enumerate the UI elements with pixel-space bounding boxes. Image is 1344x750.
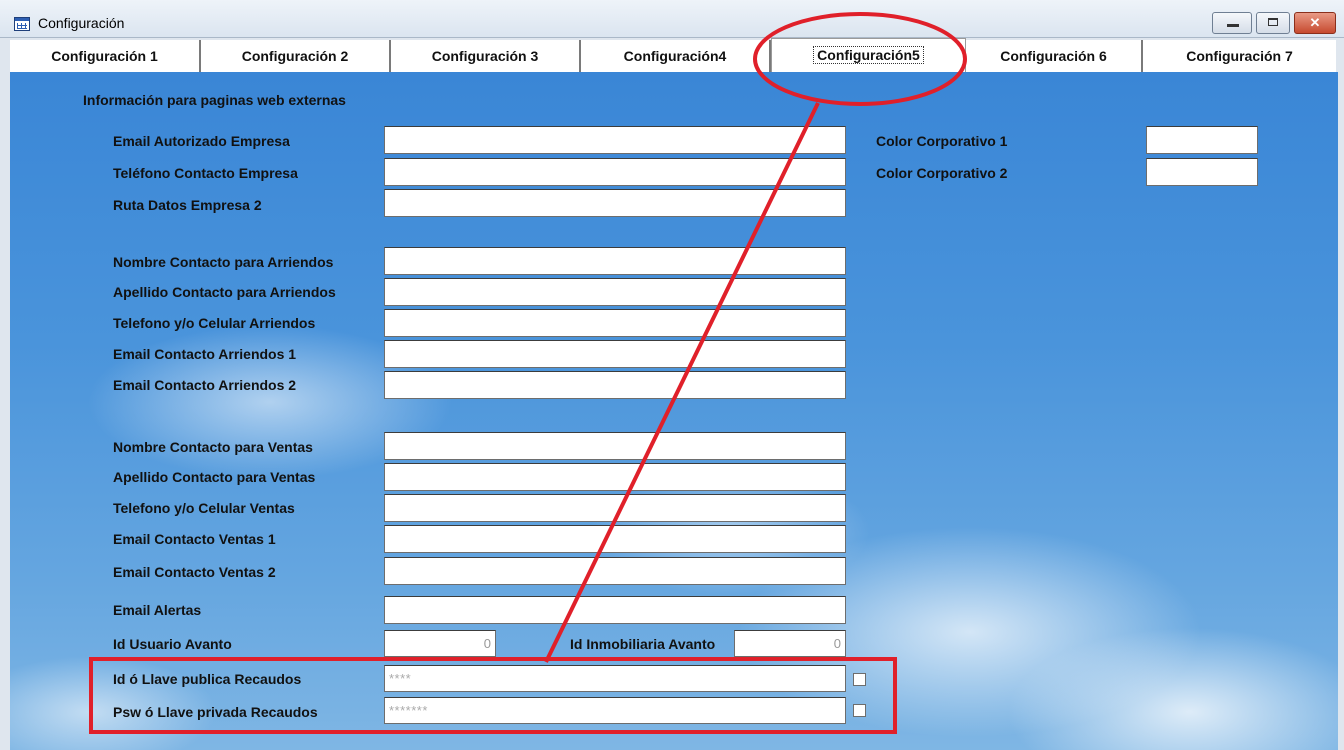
telefono-arriendos-input[interactable] bbox=[384, 309, 846, 337]
window-title: Configuración bbox=[38, 15, 125, 31]
tab-label: Configuración 7 bbox=[1186, 48, 1293, 64]
email-arriendos-1-input[interactable] bbox=[384, 340, 846, 368]
apellido-ventas-input[interactable] bbox=[384, 463, 846, 491]
id-inmobiliaria-avanto-input[interactable] bbox=[734, 630, 846, 657]
minimize-button[interactable] bbox=[1212, 12, 1252, 34]
email-autorizado-input[interactable] bbox=[384, 126, 846, 154]
telefono-ventas-label: Telefono y/o Celular Ventas bbox=[113, 500, 295, 516]
tab-strip: Configuración 1 Configuración 2 Configur… bbox=[10, 38, 1336, 72]
llave-publica-label: Id ó Llave publica Recaudos bbox=[113, 671, 302, 687]
close-button[interactable]: ✕ bbox=[1294, 12, 1336, 34]
maximize-button[interactable] bbox=[1256, 12, 1290, 34]
nombre-arriendos-label: Nombre Contacto para Arriendos bbox=[113, 254, 334, 270]
tab-label: Configuración 1 bbox=[51, 48, 158, 64]
email-ventas-2-label: Email Contacto Ventas 2 bbox=[113, 564, 276, 580]
apellido-arriendos-input[interactable] bbox=[384, 278, 846, 306]
email-alertas-input[interactable] bbox=[384, 596, 846, 624]
email-ventas-1-label: Email Contacto Ventas 1 bbox=[113, 531, 276, 547]
tab-configuracion-7[interactable]: Configuración 7 bbox=[1143, 40, 1336, 72]
llave-publica-input[interactable] bbox=[384, 665, 846, 692]
id-inmobiliaria-avanto-label: Id Inmobiliaria Avanto bbox=[570, 636, 716, 652]
email-arriendos-2-label: Email Contacto Arriendos 2 bbox=[113, 377, 297, 393]
tab-configuracion-1[interactable]: Configuración 1 bbox=[10, 40, 201, 72]
telefono-arriendos-label: Telefono y/o Celular Arriendos bbox=[113, 315, 316, 331]
telefono-contacto-label: Teléfono Contacto Empresa bbox=[113, 165, 298, 181]
tab-label: Configuración5 bbox=[813, 46, 924, 64]
section-title: Información para paginas web externas bbox=[83, 92, 346, 108]
tab-configuracion-5[interactable]: Configuración5 bbox=[771, 38, 966, 72]
tab-configuracion-2[interactable]: Configuración 2 bbox=[201, 40, 391, 72]
ruta-datos-input[interactable] bbox=[384, 189, 846, 217]
telefono-contacto-input[interactable] bbox=[384, 158, 846, 186]
nombre-ventas-label: Nombre Contacto para Ventas bbox=[113, 439, 313, 455]
color-corporativo-1-input[interactable] bbox=[1146, 126, 1258, 154]
ruta-datos-label: Ruta Datos Empresa 2 bbox=[113, 197, 262, 213]
llave-privada-input[interactable] bbox=[384, 697, 846, 724]
mostrar-llave-privada-checkbox[interactable] bbox=[853, 704, 866, 717]
telefono-ventas-input[interactable] bbox=[384, 494, 846, 522]
email-autorizado-label: Email Autorizado Empresa bbox=[113, 133, 290, 149]
email-arriendos-2-input[interactable] bbox=[384, 371, 846, 399]
maximize-icon bbox=[1268, 18, 1278, 26]
email-arriendos-1-label: Email Contacto Arriendos 1 bbox=[113, 346, 297, 362]
apellido-ventas-label: Apellido Contacto para Ventas bbox=[113, 469, 316, 485]
close-icon: ✕ bbox=[1309, 15, 1321, 30]
email-ventas-1-input[interactable] bbox=[384, 525, 846, 553]
tab-configuracion-6[interactable]: Configuración 6 bbox=[966, 40, 1143, 72]
tab-label: Configuración 6 bbox=[1000, 48, 1107, 64]
email-alertas-label: Email Alertas bbox=[113, 602, 202, 618]
minimize-icon bbox=[1227, 24, 1239, 27]
tab-configuracion-4[interactable]: Configuración4 bbox=[581, 40, 771, 72]
tab-label: Configuración 2 bbox=[241, 48, 349, 64]
title-bar[interactable]: Configuración ✕ bbox=[0, 0, 1344, 38]
table-icon bbox=[14, 17, 30, 31]
tab-panel: Información para paginas web externas Em… bbox=[10, 72, 1338, 750]
color-corporativo-2-input[interactable] bbox=[1146, 158, 1258, 186]
apellido-arriendos-label: Apellido Contacto para Arriendos bbox=[113, 284, 336, 300]
color-corporativo-2-label: Color Corporativo 2 bbox=[876, 165, 1008, 181]
email-ventas-2-input[interactable] bbox=[384, 557, 846, 585]
tab-label: Configuración4 bbox=[623, 48, 727, 64]
color-corporativo-1-label: Color Corporativo 1 bbox=[876, 133, 1008, 149]
tab-label: Configuración 3 bbox=[431, 48, 539, 64]
nombre-arriendos-input[interactable] bbox=[384, 247, 846, 275]
id-usuario-avanto-input[interactable] bbox=[384, 630, 496, 657]
nombre-ventas-input[interactable] bbox=[384, 432, 846, 460]
llave-privada-label: Psw ó Llave privada Recaudos bbox=[113, 704, 318, 720]
id-usuario-avanto-label: Id Usuario Avanto bbox=[113, 636, 232, 652]
mostrar-llave-publica-checkbox[interactable] bbox=[853, 673, 866, 686]
tab-configuracion-3[interactable]: Configuración 3 bbox=[391, 40, 581, 72]
